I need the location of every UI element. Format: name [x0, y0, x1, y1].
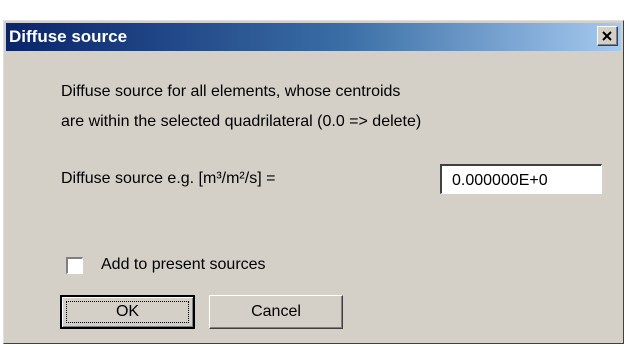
close-icon — [602, 31, 612, 41]
cancel-button[interactable]: Cancel — [209, 295, 343, 329]
title-bar[interactable]: Diffuse source — [6, 23, 621, 51]
diffuse-source-dialog: Diffuse source Diffuse source for all el… — [3, 20, 624, 344]
add-to-present-sources-label[interactable]: Add to present sources — [101, 256, 266, 274]
window-title: Diffuse source — [9, 27, 128, 46]
close-button[interactable] — [597, 26, 618, 46]
description-line-1: Diffuse source for all elements, whose c… — [61, 83, 401, 100]
diffuse-source-input[interactable] — [440, 164, 602, 194]
add-to-present-sources-checkbox[interactable] — [66, 257, 83, 274]
diffuse-source-label: Diffuse source e.g. [m³/m²/s] = — [61, 170, 276, 187]
ok-button[interactable]: OK — [60, 295, 195, 329]
description-line-2: are within the selected quadrilateral (0… — [61, 113, 422, 130]
